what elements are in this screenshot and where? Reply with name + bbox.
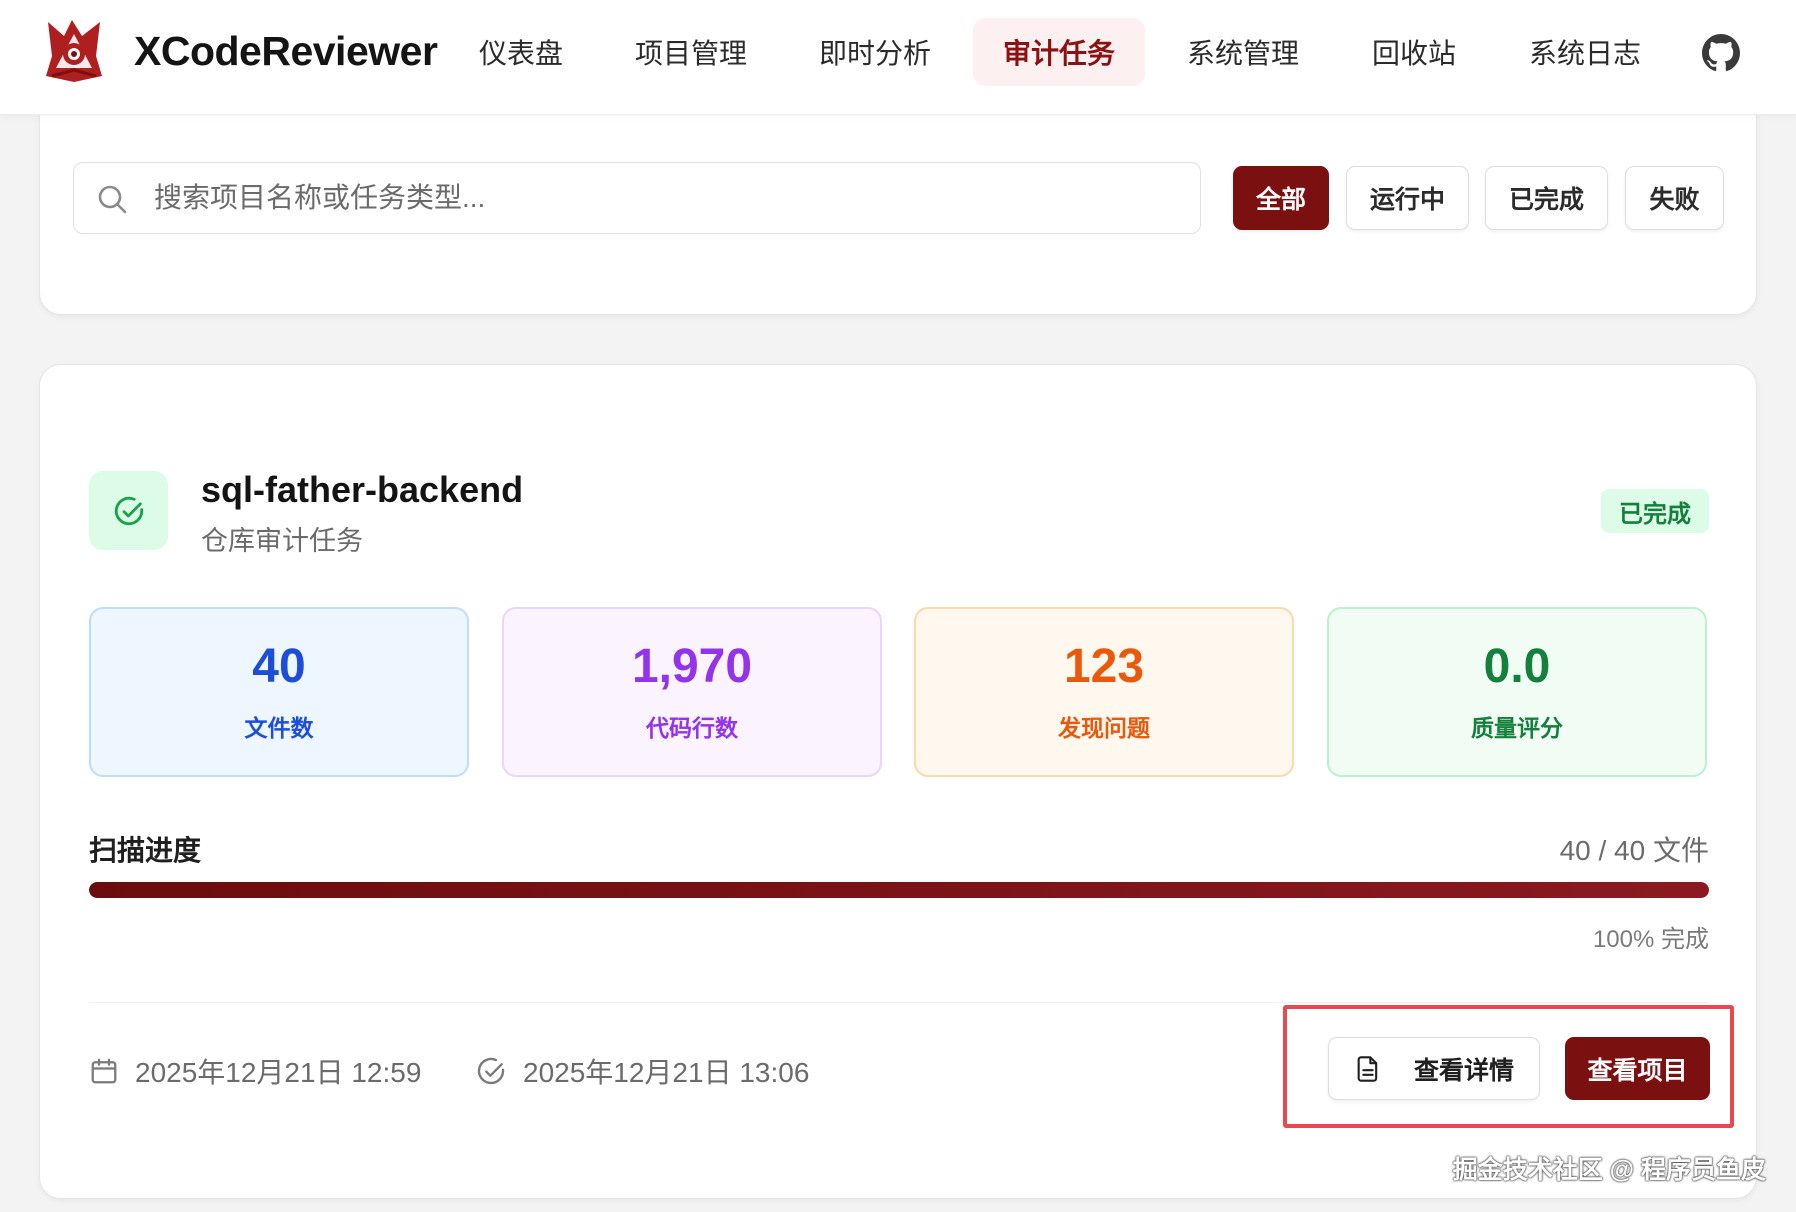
nav-item-system-admin[interactable]: 系统管理 xyxy=(1157,18,1329,86)
brand-name[interactable]: XCodeReviewer xyxy=(134,28,438,75)
nav-item-recycle-bin[interactable]: 回收站 xyxy=(1342,18,1486,86)
nav-item-audit-tasks[interactable]: 审计任务 xyxy=(973,18,1146,86)
stat-files: 40 文件数 xyxy=(89,607,469,777)
stat-files-label: 文件数 xyxy=(244,715,314,742)
stat-quality: 0.0 质量评分 xyxy=(1327,607,1707,777)
progress-label: 扫描进度 xyxy=(89,835,202,866)
stat-issues: 123 发现问题 xyxy=(914,607,1294,777)
nav-item-projects[interactable]: 项目管理 xyxy=(605,18,777,86)
check-circle-icon xyxy=(114,496,143,525)
task-card[interactable]: sql-father-backend 仓库审计任务 已完成 40 文件数 1,9… xyxy=(39,364,1757,1199)
check-circle-icon xyxy=(477,1057,505,1085)
filter-running-button[interactable]: 运行中 xyxy=(1346,166,1469,230)
stat-quality-value: 0.0 xyxy=(1483,639,1551,693)
calendar-icon xyxy=(91,1058,117,1084)
task-title: sql-father-backend xyxy=(201,469,524,510)
divider xyxy=(89,1002,1709,1003)
filter-all-button[interactable]: 全部 xyxy=(1233,166,1329,230)
nav-item-system-logs[interactable]: 系统日志 xyxy=(1499,18,1671,86)
stat-lines-value: 1,970 xyxy=(631,639,753,693)
nav-item-dashboard[interactable]: 仪表盘 xyxy=(449,18,593,86)
stat-issues-value: 123 xyxy=(1063,639,1145,693)
logo-icon[interactable] xyxy=(42,16,106,84)
view-details-button[interactable]: 查看详情 xyxy=(1328,1037,1540,1100)
view-details-label: 查看详情 xyxy=(1413,1056,1514,1085)
stat-issues-label: 发现问题 xyxy=(1058,715,1150,742)
github-icon[interactable] xyxy=(1702,34,1740,72)
stat-quality-label: 质量评分 xyxy=(1471,715,1563,742)
created-time-text: 2025年12月21日 12:59 xyxy=(135,1057,422,1088)
progress-percent: 100% 完成 xyxy=(1592,926,1709,953)
top-nav: XCodeReviewer 仪表盘 项目管理 即时分析 审计任务 系统管理 回收… xyxy=(0,0,1796,115)
watermark: 掘金技术社区 @ 程序员鱼皮 xyxy=(1452,1156,1766,1184)
stat-lines: 1,970 代码行数 xyxy=(502,607,882,777)
progress-fill xyxy=(89,882,1709,898)
status-badge: 已完成 xyxy=(1601,489,1709,533)
progress-bar xyxy=(89,882,1709,898)
task-status-tile xyxy=(89,471,168,550)
view-project-button[interactable]: 查看项目 xyxy=(1565,1037,1710,1100)
created-time: 2025年12月21日 12:59 xyxy=(89,1051,421,1091)
search-input[interactable] xyxy=(154,163,1184,233)
filter-card: 全部 运行中 已完成 失败 xyxy=(39,95,1757,315)
completed-time: 2025年12月21日 13:06 xyxy=(475,1051,809,1091)
search-icon xyxy=(98,185,127,214)
nav-item-instant-analysis[interactable]: 即时分析 xyxy=(789,18,961,86)
search-box[interactable] xyxy=(73,162,1201,234)
stat-files-value: 40 xyxy=(252,639,306,693)
filter-completed-button[interactable]: 已完成 xyxy=(1485,166,1608,230)
task-type: 仓库审计任务 xyxy=(201,526,363,556)
stat-lines-label: 代码行数 xyxy=(646,715,738,742)
document-icon xyxy=(1357,1055,1378,1082)
completed-time-text: 2025年12月21日 13:06 xyxy=(523,1057,810,1088)
filter-failed-button[interactable]: 失败 xyxy=(1625,166,1724,230)
progress-count: 40 / 40 文件 xyxy=(1559,835,1709,866)
